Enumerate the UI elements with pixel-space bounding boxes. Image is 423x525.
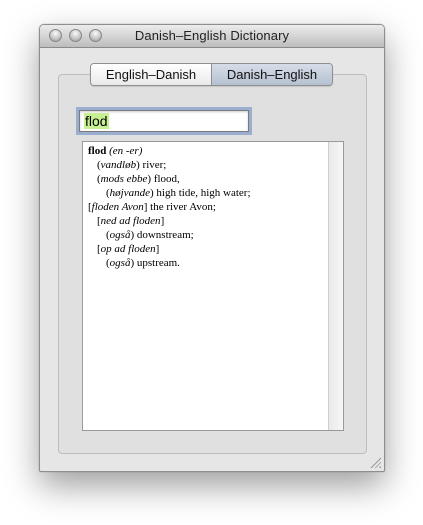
entry-text: ] (155, 243, 160, 255)
entry-line: (vandløb) river; (88, 158, 251, 172)
entry-line: (også) downstream; (88, 228, 251, 242)
headword: flod (88, 145, 107, 157)
definition-view[interactable]: flod (en -er) (vandløb) river; (mods ebbe… (82, 141, 344, 431)
entry-italic-text: mods ebbe (100, 173, 148, 185)
entry-text: ) river; (136, 159, 167, 171)
grammar-info: (en -er) (109, 145, 143, 157)
entry-line: [op ad floden] (88, 242, 251, 256)
entry-text: ) flood, (147, 173, 180, 185)
entry-italic-text: højvande (109, 187, 150, 199)
entry-line: (højvande) high tide, high water; (88, 186, 251, 200)
entry-headword-line: flod (en -er) (88, 144, 251, 158)
dictionary-entry: flod (en -er) (vandløb) river; (mods ebbe… (88, 144, 251, 270)
vertical-scrollbar[interactable] (328, 142, 343, 430)
entry-text: ] the river Avon; (143, 201, 216, 213)
entry-italic-text: vandløb (100, 159, 137, 171)
entry-italic-text: også (109, 229, 131, 241)
entry-text: ) upstream. (130, 257, 180, 269)
entry-italic-text: også (109, 257, 131, 269)
resize-grip-icon[interactable] (370, 457, 381, 468)
entry-italic-text: ned ad floden (100, 215, 161, 227)
tab-danish-english[interactable]: Danish–English (212, 64, 332, 85)
search-input[interactable]: flod (79, 110, 249, 132)
entry-italic-text: op ad floden (100, 243, 156, 255)
entry-text: ) high tide, high water; (150, 187, 251, 199)
search-input-value: flod (84, 113, 109, 129)
entry-text: ] (160, 215, 165, 227)
title-bar[interactable]: Danish–English Dictionary (40, 25, 384, 48)
window-title: Danish–English Dictionary (134, 28, 290, 43)
entry-line: (mods ebbe) flood, (88, 172, 251, 186)
dictionary-window: Danish–English Dictionary English–Danish… (39, 24, 385, 472)
direction-segmented-control: English–Danish Danish–English (90, 63, 333, 86)
entry-line: [floden Avon] the river Avon; (88, 200, 251, 214)
entry-line: (også) upstream. (88, 256, 251, 270)
tab-english-danish[interactable]: English–Danish (91, 64, 212, 85)
entry-line: [ned ad floden] (88, 214, 251, 228)
entry-text: ) downstream; (130, 229, 194, 241)
entry-italic-text: floden Avon (91, 201, 144, 213)
